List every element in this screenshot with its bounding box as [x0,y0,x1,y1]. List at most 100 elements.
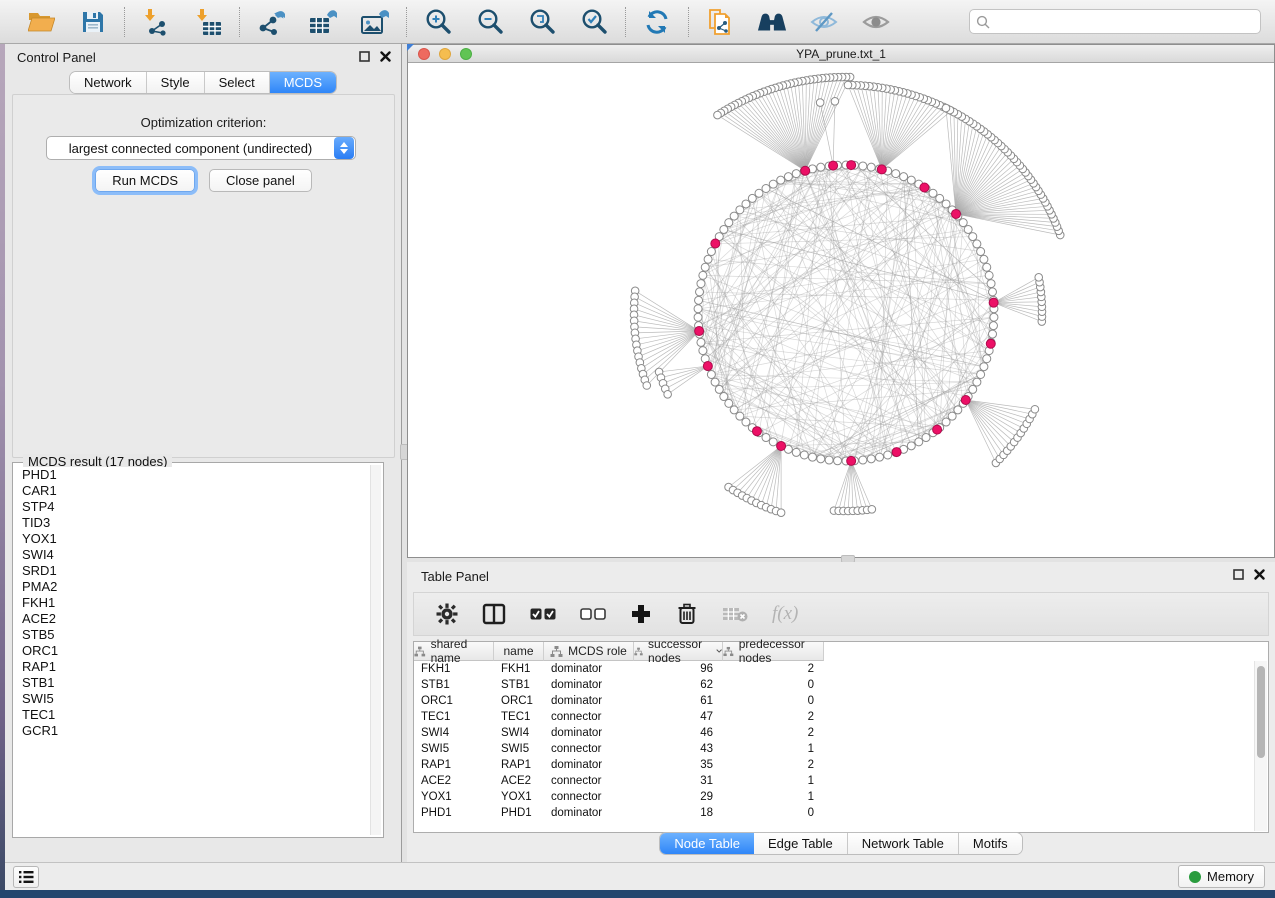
mcds-dominator-node[interactable] [951,209,960,218]
network-node[interactable] [867,455,875,463]
network-node[interactable] [755,189,763,197]
network-node[interactable] [831,97,839,105]
network-node[interactable] [915,438,923,446]
list-item[interactable]: PMA2 [15,579,369,595]
network-node[interactable] [973,240,981,248]
list-item[interactable]: FKH1 [15,595,369,611]
mcds-dominator-node[interactable] [752,427,761,436]
table-options-gear-button[interactable] [436,601,458,627]
network-node[interactable] [697,338,705,346]
network-node[interactable] [697,280,705,288]
network-node[interactable] [859,456,867,464]
network-node[interactable] [977,248,985,256]
mcds-dominator-node[interactable] [989,298,998,307]
network-node[interactable] [942,418,950,426]
network-node[interactable] [800,451,808,459]
list-item[interactable]: SRD1 [15,563,369,579]
table-row[interactable]: RAP1RAP1dominator352 [414,757,1268,773]
table-scrollbar[interactable] [1254,661,1267,831]
refresh-view-button[interactable] [642,7,672,37]
table-row[interactable]: SWI5SWI5connector431 [414,741,1268,757]
criterion-dropdown[interactable]: largest connected component (undirected) [46,136,356,160]
network-node[interactable] [643,382,651,390]
list-item[interactable]: PHD1 [15,467,369,483]
network-node[interactable] [769,180,777,188]
table-tab-node-table[interactable]: Node Table [660,833,754,854]
table-row[interactable]: ACE2ACE2connector311 [414,773,1268,789]
network-node[interactable] [1031,405,1039,413]
search-input[interactable] [995,14,1254,29]
network-node[interactable] [980,255,988,263]
network-node[interactable] [725,219,733,227]
network-node[interactable] [694,313,702,321]
import-network-button[interactable] [141,7,171,37]
network-node[interactable] [699,347,707,355]
network-node[interactable] [720,225,728,233]
network-node[interactable] [969,385,977,393]
deselect-all-checkboxes-button[interactable] [580,601,606,627]
mcds-dominator-node[interactable] [777,442,786,451]
list-item[interactable]: RAP1 [15,659,369,675]
list-item[interactable]: SWI5 [15,691,369,707]
list-item[interactable]: STP4 [15,499,369,515]
zoom-in-button[interactable] [423,7,453,37]
delete-table-button[interactable] [722,601,748,627]
function-builder-button[interactable]: f(x) [772,601,798,627]
close-panel-icon[interactable] [380,51,391,62]
network-node[interactable] [792,170,800,178]
network-node[interactable] [964,225,972,233]
network-node[interactable] [892,170,900,178]
network-node[interactable] [1035,273,1043,281]
table-row[interactable]: YOX1YOX1connector291 [414,789,1268,805]
column-visibility-button[interactable] [482,601,506,627]
network-node[interactable] [988,288,996,296]
network-node[interactable] [707,248,715,256]
column-header-MCDS-role[interactable]: MCDS role [544,642,634,661]
network-node[interactable] [868,506,876,514]
network-node[interactable] [942,104,950,112]
network-node[interactable] [907,442,915,450]
select-all-checkboxes-button[interactable] [530,601,556,627]
mcds-dominator-node[interactable] [877,165,886,174]
tab-network[interactable]: Network [70,72,147,93]
network-node[interactable] [701,263,709,271]
column-header-name[interactable]: name [494,642,544,661]
network-node[interactable] [748,194,756,202]
list-item[interactable]: ORC1 [15,643,369,659]
run-mcds-button[interactable]: Run MCDS [95,169,195,192]
preview-eye-button[interactable] [861,7,891,37]
open-file-button[interactable] [26,7,56,37]
table-row[interactable]: STB1STB1dominator620 [414,677,1268,693]
hide-panel-eye-button[interactable] [809,7,839,37]
mcds-dominator-node[interactable] [711,239,720,248]
delete-column-button[interactable] [676,601,698,627]
network-node[interactable] [959,219,967,227]
table-row[interactable]: SWI4SWI4dominator462 [414,725,1268,741]
network-node[interactable] [907,176,915,184]
maximize-window-button[interactable] [460,48,472,60]
table-tab-network-table[interactable]: Network Table [848,833,959,854]
tab-style[interactable]: Style [147,72,205,93]
network-node[interactable] [742,200,750,208]
network-node[interactable] [969,233,977,241]
close-panel-button[interactable]: Close panel [209,169,312,192]
mcds-dominator-node[interactable] [801,166,810,175]
close-window-button[interactable] [418,48,430,60]
mcds-dominator-node[interactable] [986,339,995,348]
float-panel-icon[interactable] [1233,569,1244,580]
export-network-button[interactable] [256,7,286,37]
table-row[interactable]: PHD1PHD1dominator180 [414,805,1268,821]
network-node[interactable] [859,162,867,170]
mcds-dominator-node[interactable] [829,161,838,170]
network-node[interactable] [825,456,833,464]
network-node[interactable] [929,189,937,197]
network-node[interactable] [876,453,884,461]
network-node[interactable] [808,453,816,461]
task-history-button[interactable] [13,866,39,888]
mcds-dominator-node[interactable] [920,183,929,192]
mcds-dominator-node[interactable] [695,327,704,336]
mcds-dominator-node[interactable] [703,362,712,371]
network-from-selection-button[interactable] [705,7,735,37]
mcds-dominator-node[interactable] [892,448,901,457]
network-node[interactable] [769,438,777,446]
